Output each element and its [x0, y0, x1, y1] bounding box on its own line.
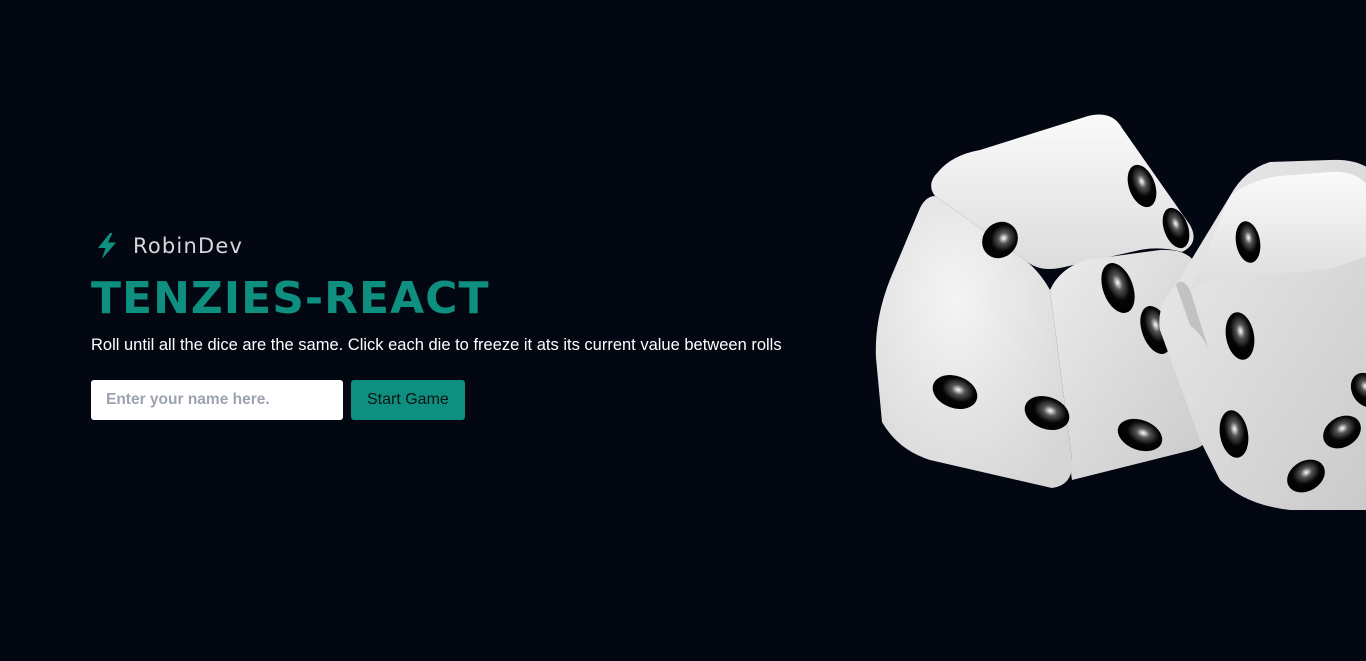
brand-name: RobinDev [133, 234, 244, 258]
landing-page: RobinDev TENZIES-REACT Roll until all th… [0, 0, 1366, 661]
dice-illustration [860, 100, 1366, 520]
brand: RobinDev [91, 228, 871, 264]
bolt-icon [94, 232, 120, 260]
hero-section: RobinDev TENZIES-REACT Roll until all th… [91, 228, 871, 420]
start-game-button[interactable]: Start Game [351, 380, 465, 420]
start-form: Start Game [91, 380, 871, 420]
name-input[interactable] [91, 380, 343, 420]
die-right [1159, 159, 1366, 510]
die-left [875, 114, 1213, 488]
page-subtitle: Roll until all the dice are the same. Cl… [91, 336, 782, 354]
page-title: TENZIES-REACT [91, 273, 490, 324]
